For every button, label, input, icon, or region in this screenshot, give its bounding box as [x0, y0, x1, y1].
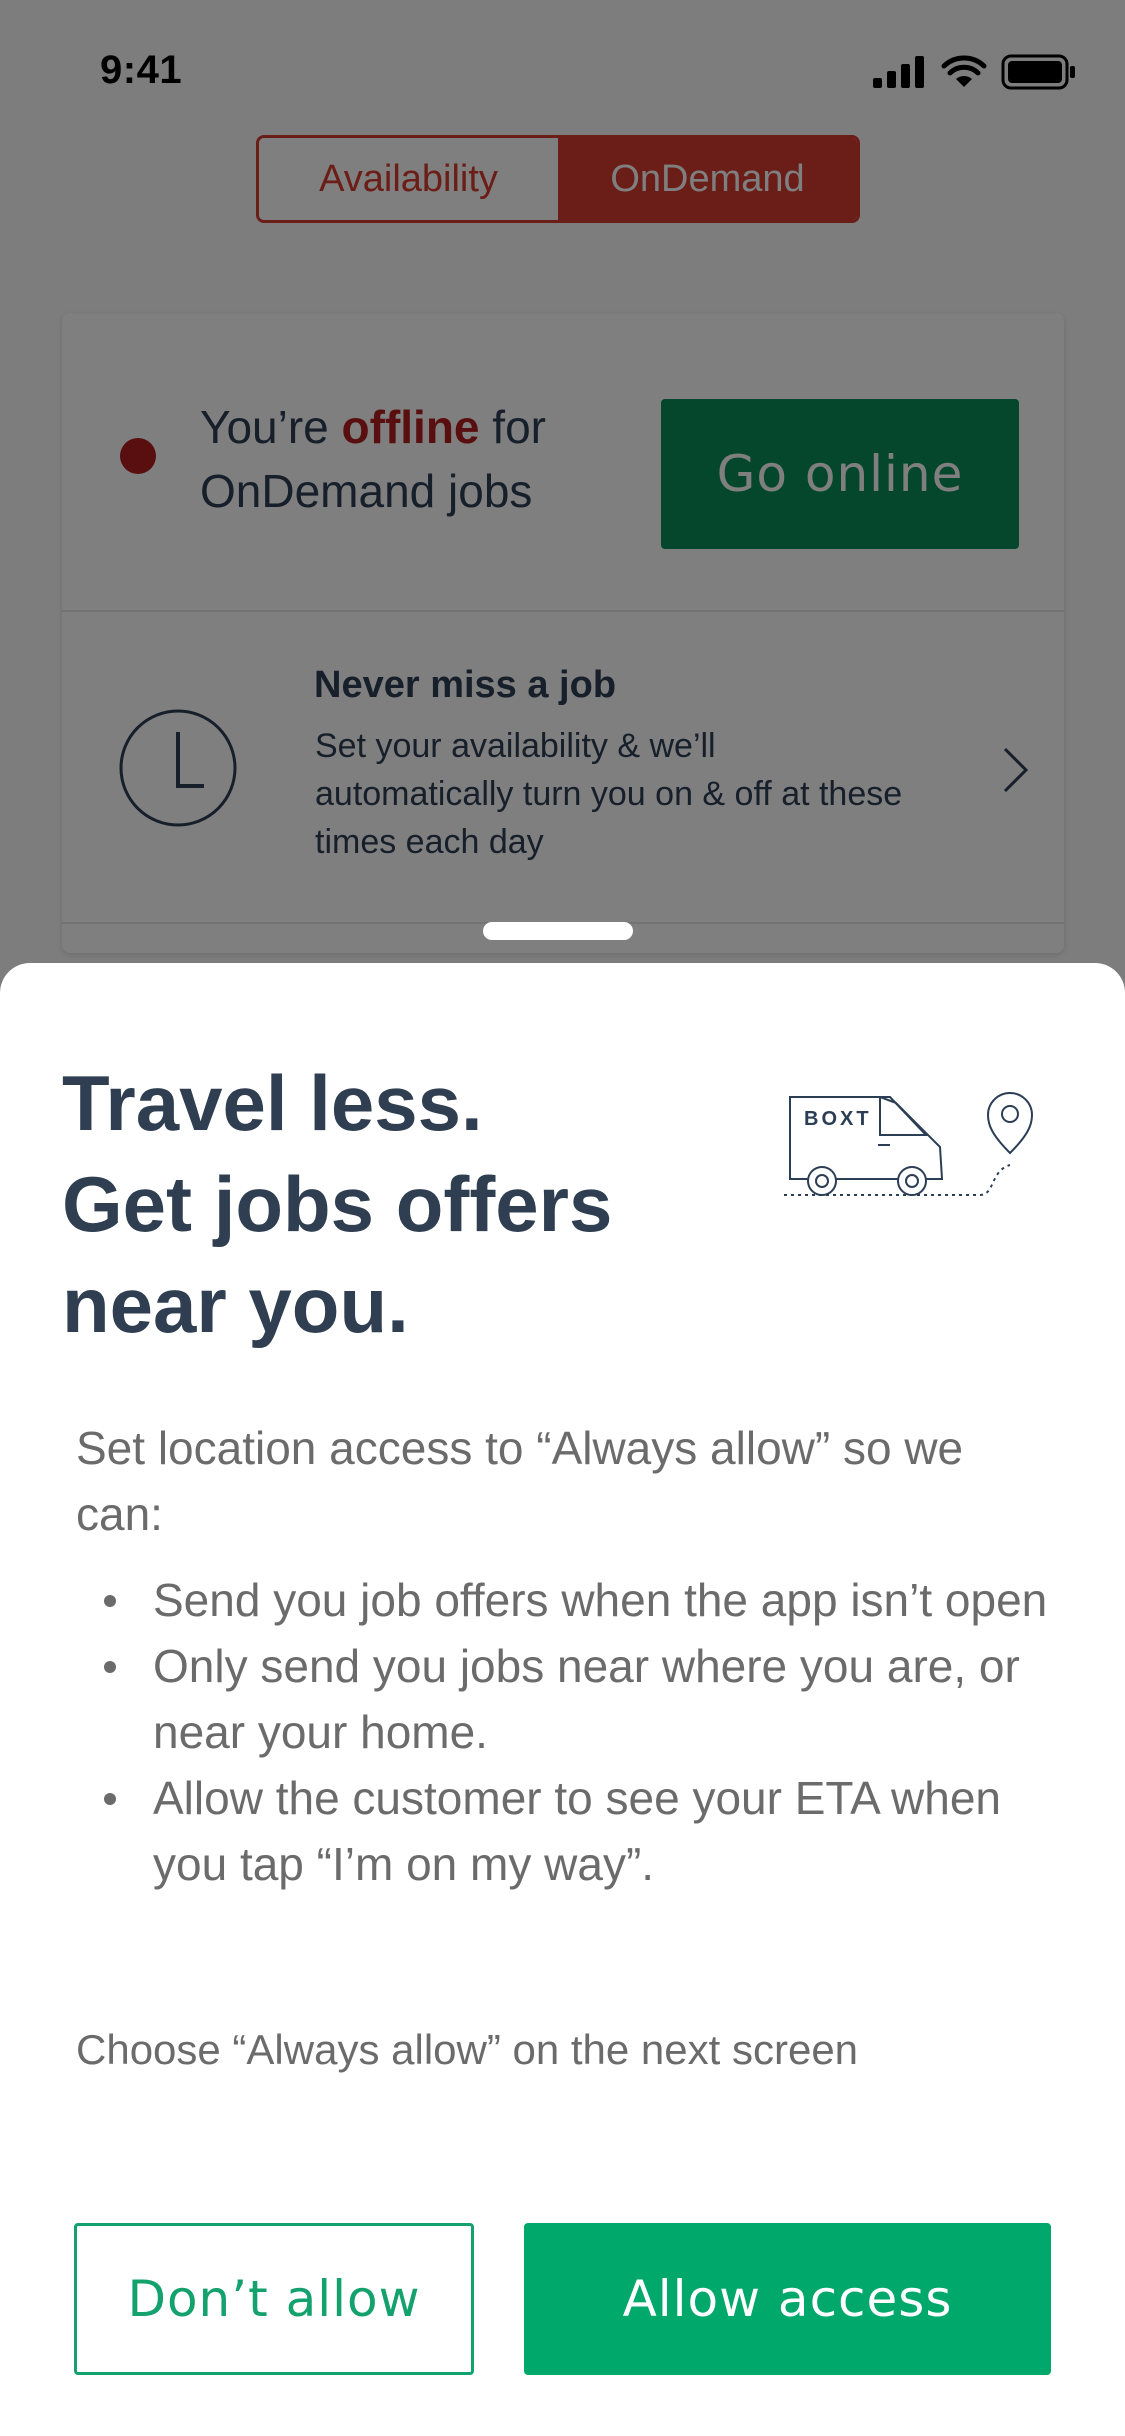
- dont-allow-button[interactable]: Don’t allow: [74, 2223, 474, 2375]
- benefit-item: Allow the customer to see your ETA when …: [76, 1765, 1056, 1897]
- allow-access-button[interactable]: Allow access: [524, 2223, 1051, 2375]
- van-brand-text: BOXT: [804, 1108, 872, 1130]
- sheet-intro-text: Set location access to “Always allow” so…: [76, 1422, 964, 1540]
- sheet-title: Travel less. Get jobs offers near you.: [62, 1059, 613, 1349]
- benefit-list: Send you job offers when the app isn’t o…: [76, 1567, 1056, 1897]
- van-location-illustration: BOXT: [784, 1092, 1034, 1196]
- benefit-item: Only send you jobs near where you are, o…: [76, 1633, 1056, 1765]
- bullet-dot: [104, 1661, 116, 1673]
- benefit-text: Allow the customer to see your ETA when …: [153, 1772, 1001, 1890]
- sheet-grabber-handle[interactable]: [483, 922, 633, 940]
- bullet-dot: [104, 1595, 116, 1607]
- location-permission-sheet: Travel less. Get jobs offers near you. B…: [0, 963, 1125, 2436]
- sheet-hint-text: Choose “Always allow” on the next screen: [76, 2026, 859, 2073]
- benefit-text: Only send you jobs near where you are, o…: [153, 1640, 1020, 1758]
- benefit-text: Send you job offers when the app isn’t o…: [153, 1574, 1048, 1626]
- benefit-item: Send you job offers when the app isn’t o…: [76, 1567, 1056, 1633]
- bullet-dot: [104, 1793, 116, 1805]
